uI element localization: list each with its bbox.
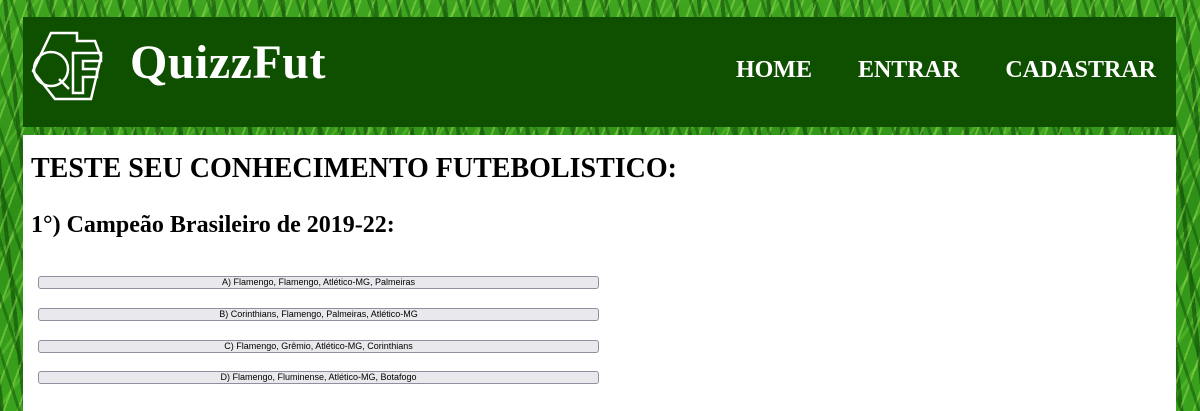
site-brand-name[interactable]: QuizzFut <box>130 35 326 90</box>
question-title: 1°) Campeão Brasileiro de 2019-22: <box>31 212 395 238</box>
quiz-content: TESTE SEU CONHECIMENTO FUTEBOLISTICO: 1°… <box>23 135 1176 411</box>
main-nav: HOME ENTRAR CADASTRAR <box>736 57 1156 84</box>
nav-entrar-link[interactable]: ENTRAR <box>858 57 959 84</box>
answer-option-a-button[interactable]: A) Flamengo, Flamengo, Atlético-MG, Palm… <box>38 276 599 289</box>
page-title: TESTE SEU CONHECIMENTO FUTEBOLISTICO: <box>31 153 677 184</box>
answer-option-c-button[interactable]: C) Flamengo, Grêmio, Atlético-MG, Corint… <box>38 340 599 353</box>
qf-shield-logo-icon[interactable] <box>29 27 109 111</box>
nav-home-link[interactable]: HOME <box>736 57 812 84</box>
site-header: QuizzFut HOME ENTRAR CADASTRAR <box>23 17 1176 127</box>
answer-option-d-button[interactable]: D) Flamengo, Fluminense, Atlético-MG, Bo… <box>38 371 599 384</box>
answer-option-b-button[interactable]: B) Corinthians, Flamengo, Palmeiras, Atl… <box>38 308 599 321</box>
nav-cadastrar-link[interactable]: CADASTRAR <box>1005 57 1156 84</box>
